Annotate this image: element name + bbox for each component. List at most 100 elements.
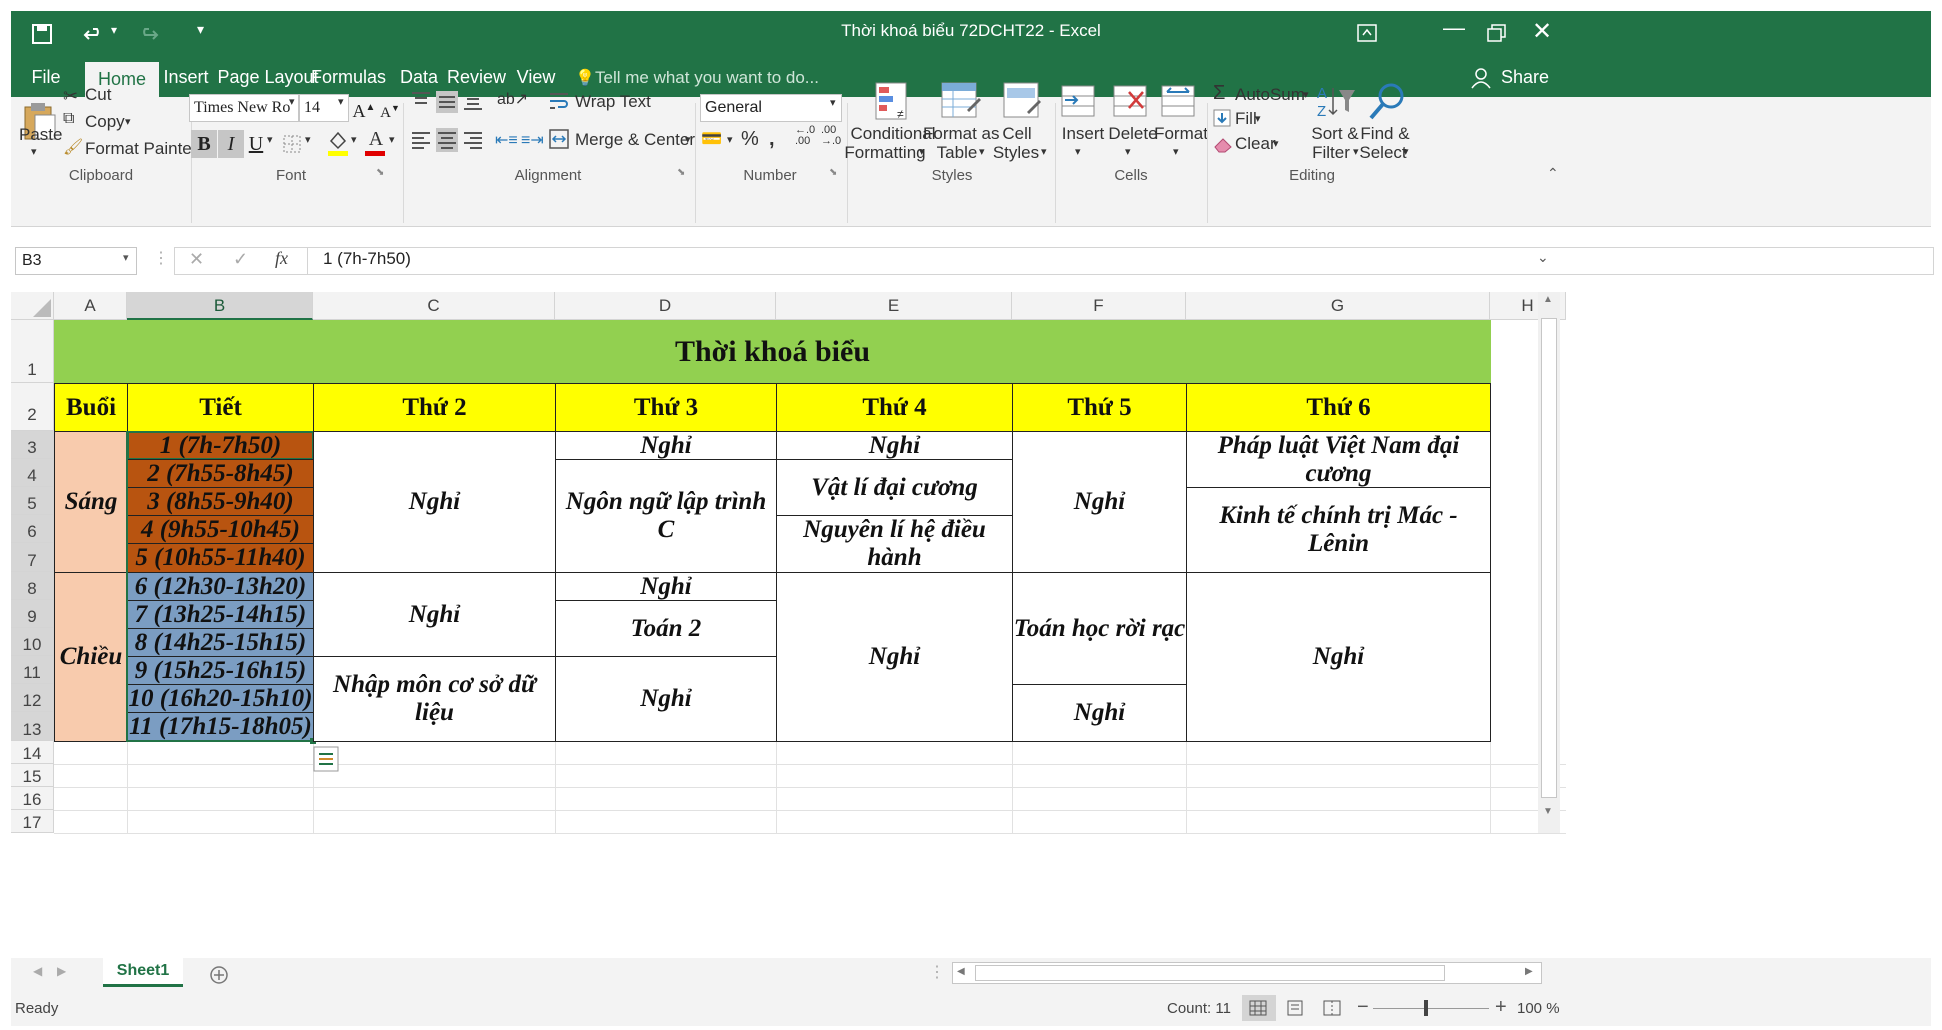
minimize-icon[interactable]: — <box>1443 15 1465 41</box>
wed-4-cell[interactable]: Nghỉ <box>776 572 1013 742</box>
autosum-dropdown-icon[interactable]: ▾ <box>1303 88 1309 101</box>
tue-3-cell[interactable]: Nghỉ <box>555 572 777 601</box>
font-dialog-launcher-icon[interactable]: ⬊ <box>376 167 384 178</box>
share-button[interactable]: Share <box>1495 58 1555 97</box>
session-chieu[interactable]: Chiều <box>54 572 128 742</box>
increase-decimal-icon[interactable]: ←.0.00 <box>795 125 815 147</box>
header-thu-5[interactable]: Thứ 5 <box>1012 383 1187 432</box>
increase-indent-icon[interactable]: ≡⇥ <box>521 130 544 150</box>
period-cell[interactable]: 6 (12h30-13h20) <box>127 572 314 601</box>
font-color-dropdown-icon[interactable]: ▾ <box>389 133 395 146</box>
tue-2-cell[interactable]: Ngôn ngữ lập trình C <box>555 459 777 573</box>
row-header-10[interactable]: 10 <box>11 628 54 656</box>
conditional-formatting-icon[interactable]: ≠ <box>875 82 913 122</box>
underline-dropdown-icon[interactable]: ▾ <box>267 133 273 146</box>
mon-afternoon-1-cell[interactable]: Nghỉ <box>313 572 556 657</box>
cut-button[interactable]: Cut <box>85 85 111 105</box>
col-header-a[interactable]: A <box>54 292 127 320</box>
align-center-icon[interactable] <box>436 128 458 152</box>
bold-icon[interactable]: B <box>191 130 217 158</box>
col-header-f[interactable]: F <box>1012 292 1186 320</box>
insert-cells-button[interactable]: Insert <box>1055 124 1111 144</box>
row-header-3[interactable]: 3 <box>11 431 54 459</box>
name-box[interactable]: B3 <box>15 247 137 275</box>
sort-filter-label-1[interactable]: Sort & <box>1309 124 1361 144</box>
accounting-format-icon[interactable]: 💳 <box>701 129 722 149</box>
insert-cells-icon[interactable] <box>1061 82 1097 122</box>
thu-3-cell[interactable]: Nghỉ <box>1012 684 1187 742</box>
zoom-in-icon[interactable]: + <box>1495 996 1507 1019</box>
col-header-d[interactable]: D <box>555 292 776 320</box>
header-thu-3[interactable]: Thứ 3 <box>555 383 777 432</box>
zoom-slider-thumb[interactable] <box>1424 1000 1428 1016</box>
merge-center-button[interactable]: Merge & Center <box>575 130 695 150</box>
row-header-17[interactable]: 17 <box>11 810 54 833</box>
tab-formulas[interactable]: Formulas <box>311 58 386 97</box>
scroll-down-icon[interactable]: ▼ <box>1543 806 1553 817</box>
tue-1-cell[interactable]: Nghỉ <box>555 431 777 460</box>
align-left-icon[interactable] <box>411 130 431 150</box>
align-bottom-icon[interactable] <box>463 91 483 111</box>
font-name-combo[interactable]: Times New Ro <box>189 94 299 122</box>
restore-icon[interactable] <box>1487 24 1507 42</box>
page-layout-view-icon[interactable] <box>1287 1000 1303 1016</box>
cell-styles-dropdown-icon[interactable]: ▾ <box>1041 145 1047 158</box>
name-box-dropdown-icon[interactable]: ▾ <box>123 251 129 264</box>
worksheet-grid[interactable]: A B C D E F G H 1 2 3 4 5 6 7 8 9 10 11 … <box>11 292 1906 952</box>
formula-input[interactable]: 1 (7h-7h50) <box>323 249 411 269</box>
row-header-2[interactable]: 2 <box>11 383 54 431</box>
find-select-dropdown-icon[interactable]: ▾ <box>1403 145 1409 158</box>
insert-function-icon[interactable]: fx <box>275 248 288 269</box>
period-cell[interactable]: 3 (8h55-9h40) <box>127 487 314 516</box>
header-thu-4[interactable]: Thứ 4 <box>776 383 1013 432</box>
fri-2-cell[interactable]: Kinh tế chính trị Mác - Lênin <box>1186 487 1491 573</box>
borders-icon[interactable] <box>283 135 301 153</box>
period-cell[interactable]: 2 (7h55-8h45) <box>127 459 314 488</box>
align-right-icon[interactable] <box>463 130 483 150</box>
header-thu-2[interactable]: Thứ 2 <box>313 383 556 432</box>
wrap-text-button[interactable]: Wrap Text <box>575 92 651 112</box>
format-cells-dropdown-icon[interactable]: ▾ <box>1173 145 1179 158</box>
tab-insert[interactable]: Insert <box>151 58 221 97</box>
next-sheet-icon[interactable]: ▶ <box>57 964 66 978</box>
fill-dropdown-icon[interactable]: ▾ <box>1255 112 1261 125</box>
fri-1-cell[interactable]: Pháp luật Việt Nam đại cương <box>1186 431 1491 488</box>
enter-entry-icon[interactable]: ✓ <box>233 249 248 270</box>
format-cells-button[interactable]: Format <box>1153 124 1209 144</box>
row-header-16[interactable]: 16 <box>11 787 54 810</box>
period-cell[interactable]: 5 (10h55-11h40) <box>127 543 314 573</box>
find-select-label-2[interactable]: Select <box>1357 143 1409 163</box>
font-size-dropdown-icon[interactable]: ▾ <box>338 95 344 108</box>
prev-sheet-icon[interactable]: ◀ <box>33 964 42 978</box>
header-tiet[interactable]: Tiết <box>127 383 314 432</box>
tab-split-grip-icon[interactable]: ⋮ <box>929 962 945 982</box>
wed-1-cell[interactable]: Nghỉ <box>776 431 1013 460</box>
align-top-icon[interactable] <box>411 91 431 109</box>
scroll-right-icon[interactable]: ▶ <box>1525 966 1533 977</box>
col-header-g[interactable]: G <box>1186 292 1490 320</box>
borders-dropdown-icon[interactable]: ▾ <box>305 133 311 146</box>
col-header-c[interactable]: C <box>313 292 555 320</box>
insert-cells-dropdown-icon[interactable]: ▾ <box>1075 145 1081 158</box>
increase-font-icon[interactable]: A▲ <box>351 94 377 122</box>
font-name-dropdown-icon[interactable]: ▾ <box>289 95 295 108</box>
row-header-14[interactable]: 14 <box>11 741 54 764</box>
row-header-8[interactable]: 8 <box>11 572 54 600</box>
mon-morning-cell[interactable]: Nghỉ <box>313 431 556 573</box>
sheet-title-cell[interactable]: Thời khoá biểu <box>54 320 1491 384</box>
scroll-up-icon[interactable]: ▲ <box>1543 294 1553 305</box>
copy-dropdown-icon[interactable]: ▾ <box>125 115 131 128</box>
horizontal-scroll-thumb[interactable] <box>975 965 1445 981</box>
cell-styles-label-2[interactable]: Styles <box>991 143 1041 163</box>
find-select-label-1[interactable]: Find & <box>1359 124 1411 144</box>
delete-cells-dropdown-icon[interactable]: ▾ <box>1125 145 1131 158</box>
vertical-scroll-thumb[interactable] <box>1541 318 1557 798</box>
wrap-text-icon[interactable] <box>549 91 569 111</box>
sheet-tab-sheet1[interactable]: Sheet1 <box>103 957 183 987</box>
period-cell[interactable]: 10 (16h20-15h10) <box>127 684 314 713</box>
zoom-slider[interactable] <box>1373 1008 1489 1009</box>
paste-dropdown-icon[interactable]: ▾ <box>31 145 37 158</box>
period-cell[interactable]: 8 (14h25-15h15) <box>127 628 314 657</box>
expand-formula-bar-icon[interactable]: ⌄ <box>1537 249 1549 266</box>
normal-view-icon[interactable] <box>1249 1000 1267 1016</box>
